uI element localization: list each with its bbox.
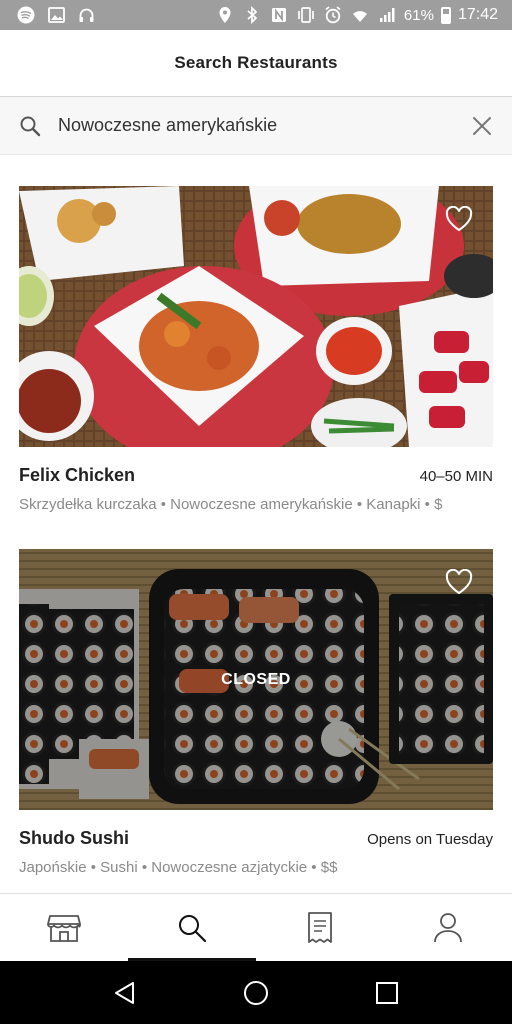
android-nav-bar [0,961,512,1024]
image-icon [46,5,66,25]
closed-overlay: CLOSED [19,549,493,810]
restaurant-card[interactable]: Felix Chicken 40–50 MIN Skrzydełka kurcz… [19,186,493,513]
spotify-icon [16,5,36,25]
home-button[interactable] [242,979,270,1007]
status-bar-right: 61% 17:42 [215,5,498,25]
bottom-nav [0,893,512,961]
back-button[interactable] [111,979,139,1007]
battery-percent: 61% [403,6,434,24]
home-icon [243,980,268,1005]
search-bar[interactable] [0,97,512,155]
nav-account[interactable] [384,894,512,961]
receipt-icon [308,911,332,943]
search-icon [179,914,207,942]
favorite-button[interactable] [445,568,473,595]
status-bar: 61% 17:42 [0,0,512,30]
back-icon [115,981,135,1004]
restaurant-tags: Skrzydełka kurczaka • Nowoczesne ameryka… [19,496,443,513]
recents-button[interactable] [373,979,401,1007]
opening-info: Opens on Tuesday [367,831,493,848]
close-icon [473,116,491,135]
restaurant-info-row: Shudo Sushi Opens on Tuesday [19,828,493,849]
nav-search[interactable] [128,894,256,961]
nav-home[interactable] [0,894,128,961]
search-icon [18,114,42,138]
heart-outline-icon [445,205,473,232]
heart-outline-icon [445,568,473,595]
headphones-icon [76,5,96,25]
restaurant-name: Shudo Sushi [19,828,129,848]
restaurant-name: Felix Chicken [19,465,136,485]
restaurant-card[interactable]: CLOSED Shudo Sushi Opens on Tuesday Japo… [19,549,493,876]
profile-icon [434,912,462,942]
delivery-eta: 40–50 MIN [419,468,493,485]
restaurant-tags: Japońskie • Sushi • Nowoczesne azjatycki… [19,859,338,876]
bluetooth-icon [242,5,262,25]
vibrate-icon [296,5,316,25]
closed-label: CLOSED [221,670,291,688]
food-photo [19,186,493,447]
page-title: Search Restaurants [174,53,338,72]
restaurant-image[interactable]: CLOSED [19,549,493,810]
location-icon [215,5,235,25]
store-icon [47,914,81,942]
battery-icon [440,6,451,24]
restaurant-info-row: Felix Chicken 40–50 MIN [19,465,493,486]
wifi-icon [350,5,370,25]
favorite-button[interactable] [445,205,473,232]
status-bar-left [16,5,96,25]
app-header: Search Restaurants [0,30,512,97]
clear-search-button[interactable] [470,114,494,138]
restaurant-image[interactable] [19,186,493,447]
nfc-icon [269,5,289,25]
signal-icon [377,5,397,25]
search-input[interactable] [58,115,470,136]
nav-orders[interactable] [256,894,384,961]
status-time: 17:42 [457,6,498,23]
recents-icon [375,981,398,1004]
alarm-icon [323,5,343,25]
